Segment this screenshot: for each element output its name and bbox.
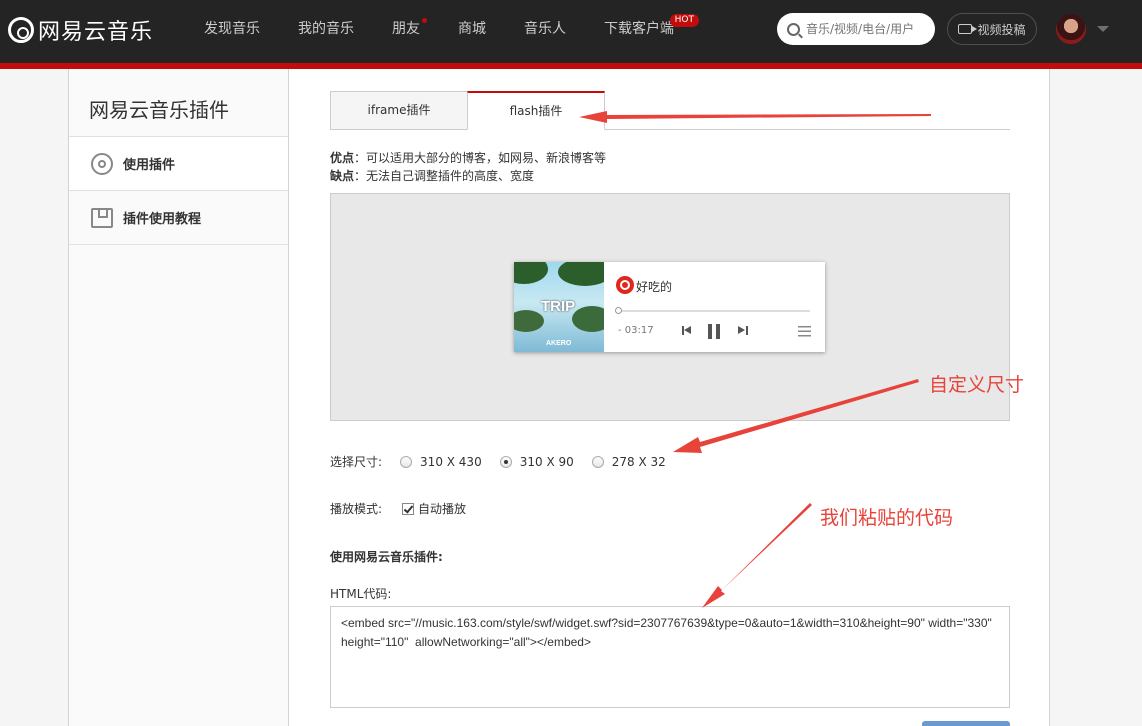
- arrow-to-code: [702, 503, 812, 608]
- arrow-to-size-selector: [673, 379, 919, 453]
- arrow-to-flash-tab: [579, 111, 931, 123]
- annotation-arrows: [579, 111, 931, 608]
